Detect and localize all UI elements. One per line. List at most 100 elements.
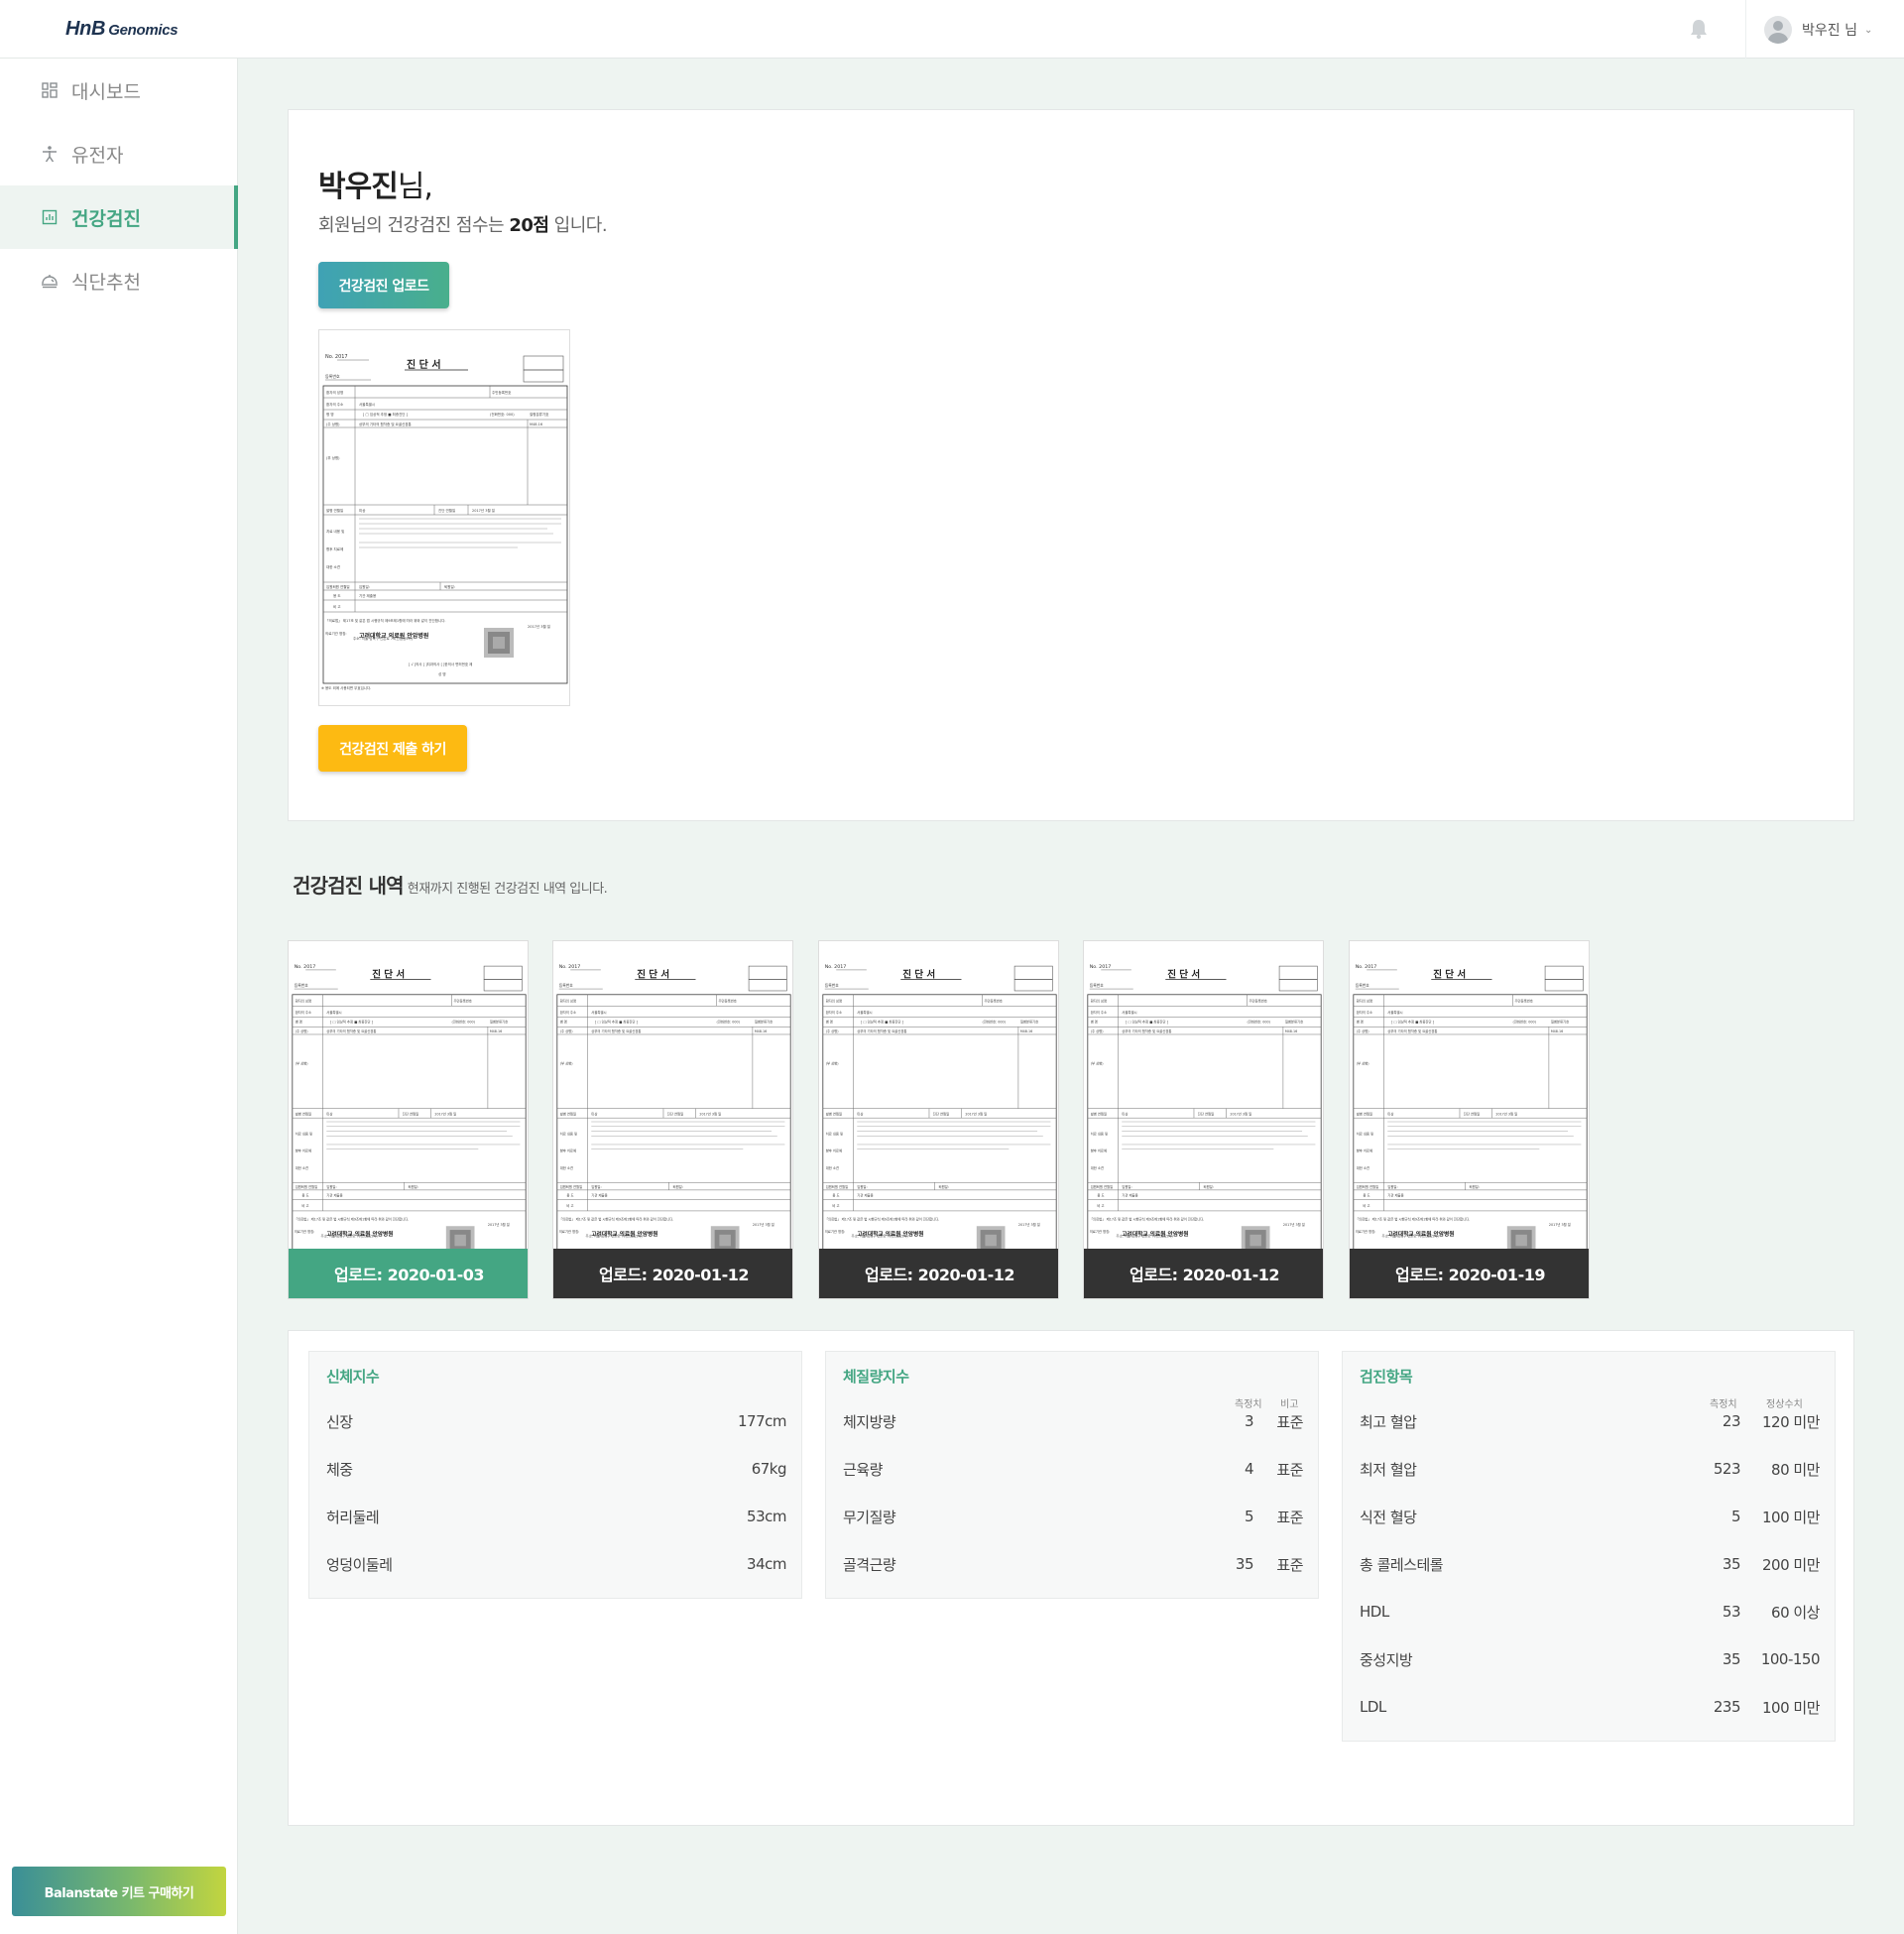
stat-compare: 표준 (1276, 1555, 1303, 1574)
stat-value: 53 (1722, 1603, 1741, 1621)
stat-row: 최고 혈압 23 120 미만 (1360, 1409, 1821, 1433)
uploaded-document-preview[interactable] (318, 329, 570, 706)
history-item[interactable]: 업로드: 2020-01-03 (288, 940, 529, 1299)
stat-row: 신장 177cm (326, 1409, 787, 1433)
score-suffix: 입니다. (548, 215, 608, 236)
stat-label: 골격근량 (843, 1555, 896, 1574)
history-item[interactable]: 업로드: 2020-01-12 (1083, 940, 1324, 1299)
top-bar: HnB Genomics 박우진 님 ⌄ (0, 0, 1904, 59)
bell-icon[interactable] (1689, 18, 1709, 40)
avatar (1764, 16, 1792, 44)
stat-compare: 표준 (1276, 1508, 1303, 1526)
sidebar-item-diet[interactable]: 식단추천 (0, 249, 238, 312)
col-header-measure: 측정치 (1710, 1399, 1737, 1410)
sidebar-item-gene[interactable]: 유전자 (0, 122, 238, 185)
stat-value: 23 (1722, 1412, 1741, 1430)
stat-label: 체중 (326, 1460, 353, 1479)
stat-value: 3 (1244, 1412, 1254, 1430)
stat-row: 최저 혈압 523 80 미만 (1360, 1457, 1820, 1481)
col-header-measure: 측정치 (1235, 1399, 1262, 1410)
stat-value: 67kg (751, 1460, 787, 1478)
stat-label: 근육량 (843, 1460, 883, 1479)
document-thumbnail (1084, 941, 1323, 1251)
sidebar-item-label: 식단추천 (71, 271, 141, 294)
stat-compare: 표준 (1276, 1460, 1303, 1479)
document-thumbnail (553, 941, 792, 1251)
sidebar-item-label: 건강검진 (71, 207, 141, 230)
submit-checkup-button[interactable]: 건강검진 제출 하기 (318, 725, 467, 772)
history-subtitle: 현재까지 진행된 건강검진 내역 입니다. (407, 882, 608, 897)
chart-report-icon (40, 207, 60, 227)
panel-title: 신체지수 (326, 1368, 380, 1386)
stat-value: 5 (1244, 1508, 1254, 1525)
stat-value: 177cm (738, 1412, 787, 1430)
stat-label: 체지방량 (843, 1412, 896, 1431)
body-composition-panel: 체질량지수 측정치 비고 체지방량 3 표준 근육량 4 표준 무기질량 5 표… (825, 1351, 1319, 1599)
stat-value: 34cm (747, 1555, 786, 1573)
stat-label: 중성지방 (1360, 1650, 1413, 1669)
stat-row: 식전 혈당 5 100 미만 (1360, 1505, 1821, 1528)
stat-compare: 표준 (1276, 1412, 1303, 1431)
stat-row: 무기질량 5 표준 (843, 1505, 1303, 1528)
history-heading: 건강검진 내역 현재까지 진행된 건강검진 내역 입니다. (293, 870, 608, 899)
stat-row: HDL 53 60 이상 (1360, 1600, 1820, 1624)
stat-label: 총 콜레스테롤 (1360, 1555, 1444, 1574)
topbar-divider (1745, 0, 1746, 59)
history-item[interactable]: 업로드: 2020-01-19 (1349, 940, 1590, 1299)
user-first-name: 박우진 (318, 170, 399, 204)
document-image (319, 330, 569, 705)
stat-value: 35 (1722, 1555, 1741, 1573)
stat-normal-range: 120 미만 (1762, 1412, 1821, 1431)
stat-label: 엉덩이둘레 (326, 1555, 393, 1574)
stat-normal-range: 100-150 (1760, 1650, 1821, 1668)
history-item-caption: 업로드: 2020-01-12 (819, 1249, 1058, 1298)
history-item-caption: 업로드: 2020-01-19 (1350, 1249, 1589, 1298)
body-index-panel: 신체지수 신장 177cm 체중 67kg 허리둘레 53cm 엉덩이둘레 34… (308, 1351, 802, 1599)
stat-normal-range: 100 미만 (1762, 1508, 1821, 1526)
sidebar-item-health-checkup[interactable]: 건강검진 (0, 185, 238, 249)
stat-label: LDL (1360, 1698, 1386, 1716)
hnb-genomics-logo[interactable]: HnB Genomics (65, 18, 178, 41)
health-summary-card: 박우진님, 회원님의 건강검진 점수는 20점 입니다. 건강검진 업로드 건강… (288, 109, 1854, 821)
stat-value: 5 (1730, 1508, 1741, 1525)
dashboard-grid-icon (40, 80, 60, 100)
stat-label: 최고 혈압 (1360, 1412, 1417, 1431)
stat-label: 최저 혈압 (1360, 1460, 1417, 1479)
document-thumbnail (1350, 941, 1589, 1251)
stat-row: 중성지방 35 100-150 (1360, 1647, 1821, 1671)
history-title: 건강검진 내역 (293, 874, 405, 898)
stat-row: 근육량 4 표준 (843, 1457, 1303, 1481)
stat-row: 체지방량 3 표준 (843, 1409, 1303, 1433)
name-suffix: 님, (397, 170, 433, 204)
document-thumbnail (289, 941, 528, 1251)
greeting-heading: 박우진님, (318, 162, 433, 205)
stat-row: 허리둘레 53cm (326, 1505, 786, 1528)
history-item[interactable]: 업로드: 2020-01-12 (818, 940, 1059, 1299)
stat-row: 총 콜레스테롤 35 200 미만 (1360, 1552, 1821, 1576)
meal-tray-icon (40, 271, 60, 291)
stat-value: 53cm (747, 1508, 786, 1525)
user-menu[interactable]: 박우진 님 ⌄ (1764, 16, 1872, 44)
score-prefix: 회원님의 건강검진 점수는 (318, 215, 510, 236)
stat-normal-range: 200 미만 (1762, 1555, 1821, 1574)
person-gene-icon (40, 144, 60, 164)
stat-value: 35 (1722, 1650, 1741, 1668)
upload-checkup-button[interactable]: 건강검진 업로드 (318, 262, 449, 308)
stat-normal-range: 100 미만 (1762, 1698, 1821, 1717)
panel-title: 검진항목 (1360, 1368, 1413, 1386)
buy-kit-button[interactable]: Balanstate 키트 구매하기 (12, 1867, 226, 1916)
stat-row: 골격근량 35 표준 (843, 1552, 1303, 1576)
stat-label: 무기질량 (843, 1508, 896, 1526)
col-header-compare: 비고 (1280, 1399, 1299, 1410)
score-text: 회원님의 건강검진 점수는 20점 입니다. (318, 211, 608, 237)
sidebar-item-dashboard[interactable]: 대시보드 (0, 59, 238, 122)
stat-row: 체중 67kg (326, 1457, 787, 1481)
exam-items-panel: 검진항목 측정치 정상수치 최고 혈압 23 120 미만 최저 혈압 523 … (1342, 1351, 1836, 1742)
stat-value: 235 (1713, 1698, 1741, 1716)
col-header-normal: 정상수치 (1766, 1399, 1803, 1410)
history-item[interactable]: 업로드: 2020-01-12 (552, 940, 793, 1299)
chevron-down-icon: ⌄ (1863, 24, 1873, 36)
stat-value: 523 (1713, 1460, 1741, 1478)
health-stats-card: 신체지수 신장 177cm 체중 67kg 허리둘레 53cm 엉덩이둘레 34… (288, 1330, 1854, 1826)
logo-genomics: Genomics (108, 22, 178, 39)
